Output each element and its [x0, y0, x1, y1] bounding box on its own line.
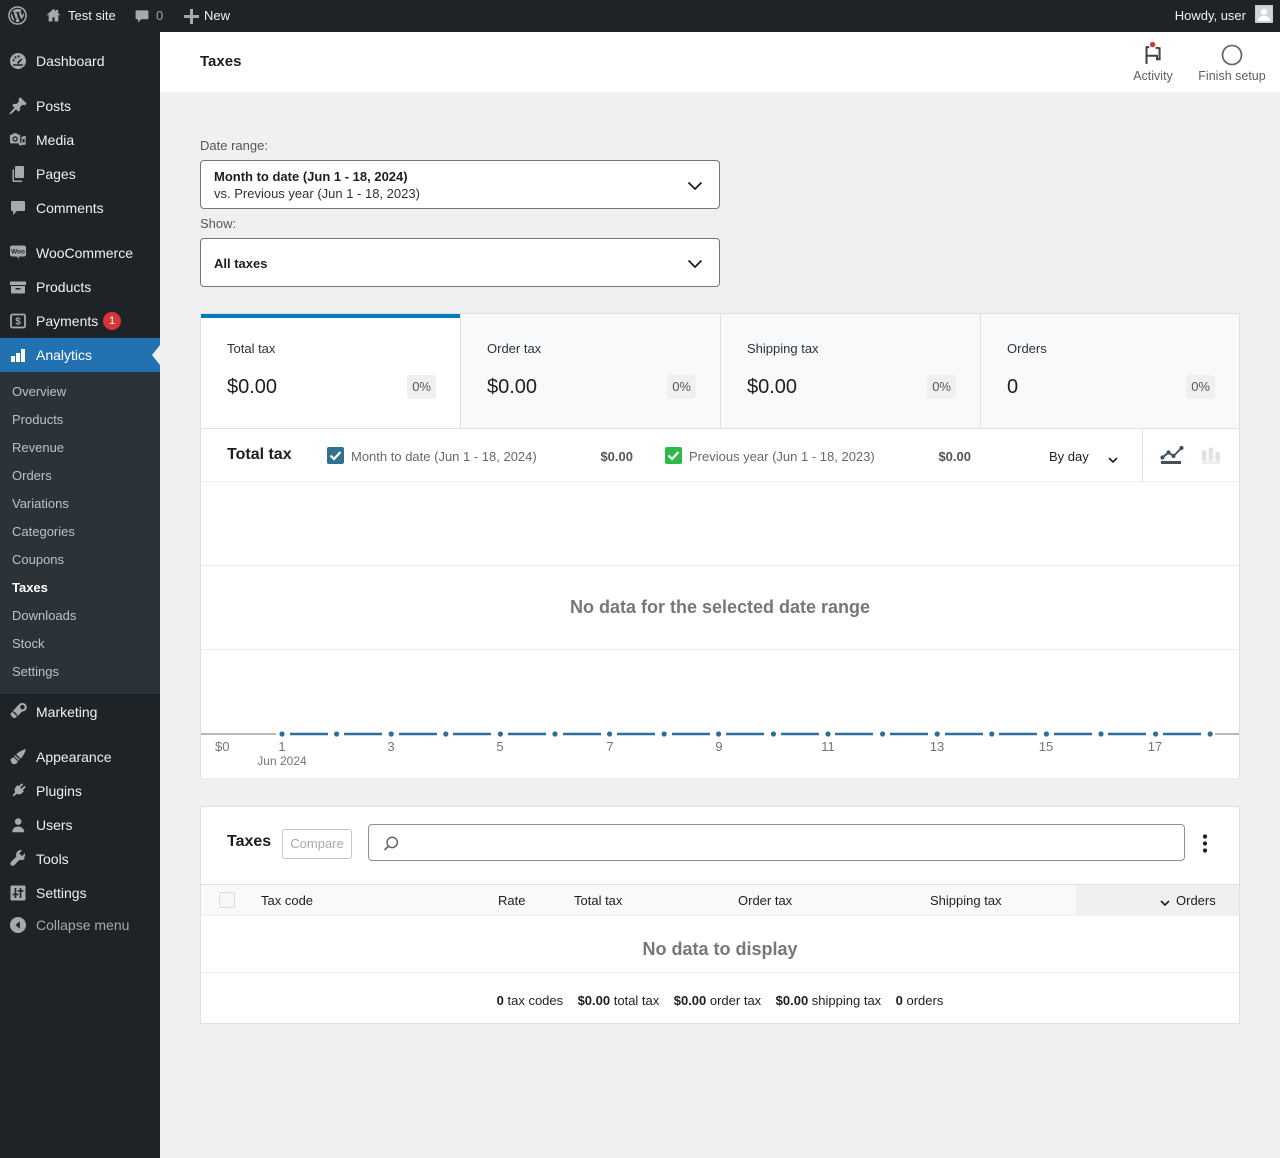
svg-text:Woo: Woo: [11, 249, 25, 256]
svg-text:$: $: [15, 317, 21, 328]
